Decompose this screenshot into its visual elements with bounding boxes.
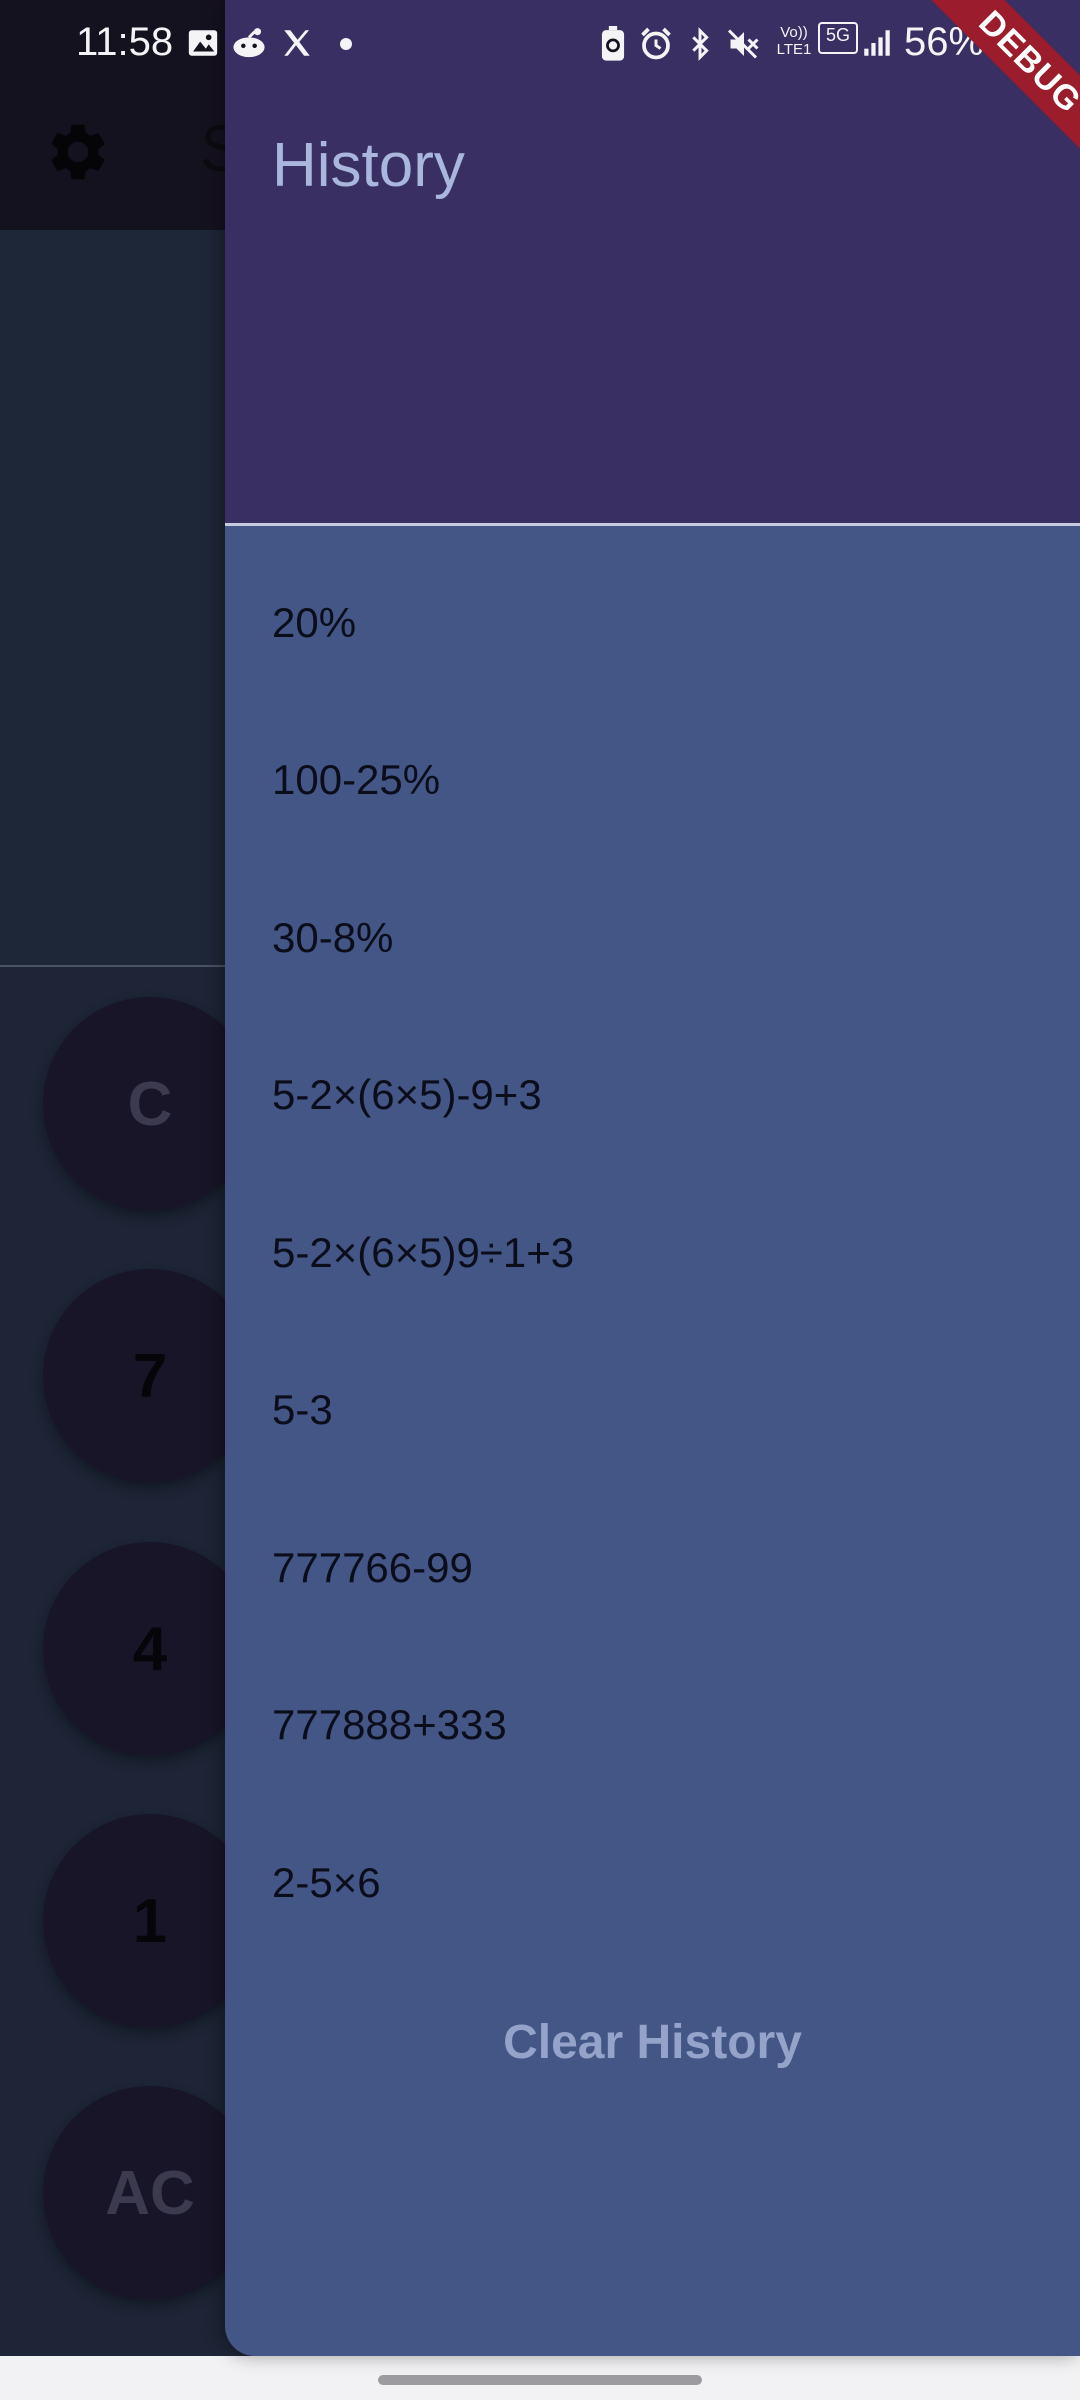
history-drawer: History 20% 100-25% 30-8% 5-2×(6×5)-9+3 …	[225, 0, 1080, 2356]
gallery-icon	[188, 30, 218, 56]
history-item[interactable]: 100-25%	[225, 702, 1080, 860]
drawer-title: History	[272, 131, 465, 200]
history-item[interactable]: 30-8%	[225, 859, 1080, 1017]
battery-saver-icon	[601, 26, 625, 61]
status-time: 11:58	[76, 20, 174, 64]
history-item[interactable]: 2-5×6	[225, 1804, 1080, 1962]
history-item[interactable]: 5-2×(6×5)-9+3	[225, 1017, 1080, 1175]
history-item[interactable]: 20%	[225, 544, 1080, 702]
settings-button[interactable]	[44, 118, 112, 186]
home-indicator[interactable]	[378, 2375, 702, 2385]
mute-icon	[727, 29, 759, 59]
notification-dot-icon	[340, 38, 352, 50]
volte-icon: Vo)) LTE1	[776, 24, 812, 58]
bluetooth-icon	[692, 27, 709, 61]
history-item[interactable]: 5-3	[225, 1332, 1080, 1490]
status-bar: 11:58 Vo)) LTE1 5G 56%	[0, 0, 1080, 90]
gear-icon	[51, 124, 105, 180]
reddit-icon	[233, 28, 265, 58]
5g-icon: 5G	[818, 22, 858, 54]
clear-history-button[interactable]: Clear History	[225, 2015, 1080, 2070]
signal-icon	[864, 30, 890, 56]
history-list: 20% 100-25% 30-8% 5-2×(6×5)-9+3 5-2×(6×5…	[225, 526, 1080, 1962]
x-icon	[284, 30, 310, 56]
navigation-bar	[0, 2356, 1080, 2400]
history-item[interactable]: 777766-99	[225, 1489, 1080, 1647]
history-item[interactable]: 777888+333	[225, 1647, 1080, 1805]
alarm-icon	[641, 27, 671, 60]
history-item[interactable]: 5-2×(6×5)9÷1+3	[225, 1174, 1080, 1332]
